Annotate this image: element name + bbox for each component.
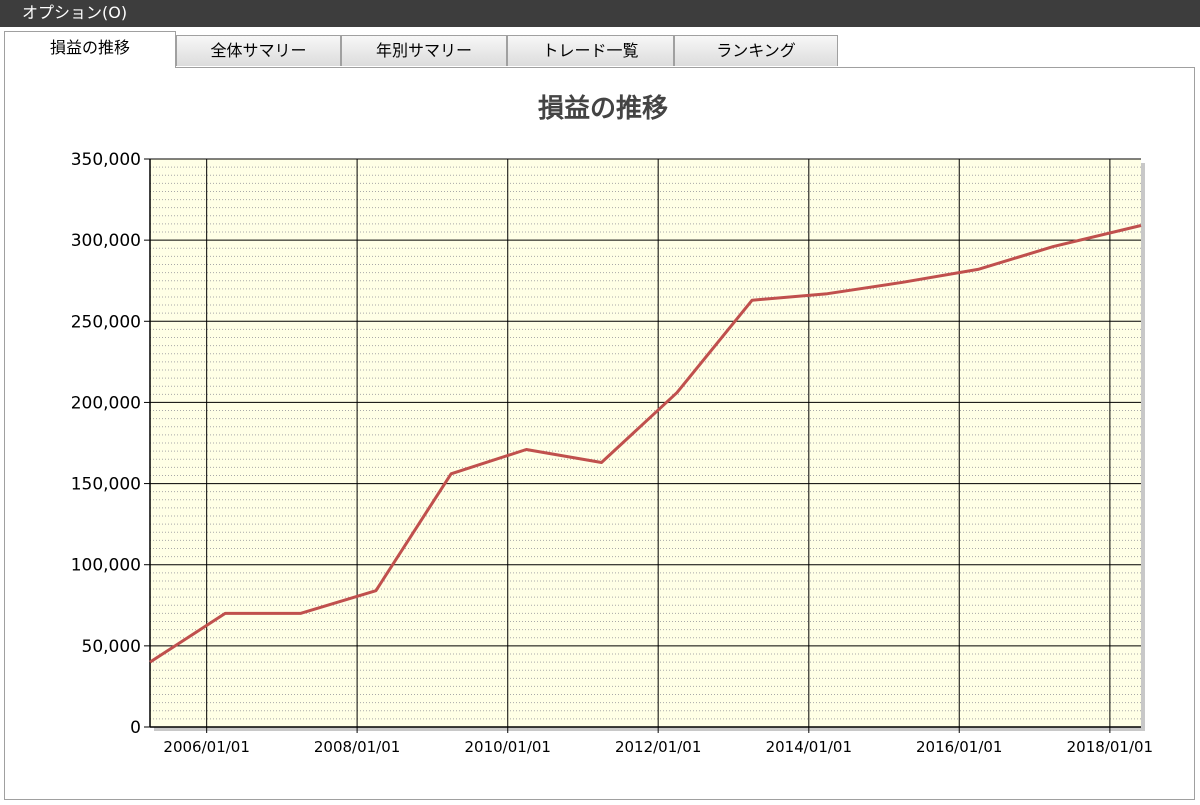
tab-yearly-summary[interactable]: 年別サマリー bbox=[341, 35, 507, 66]
y-tick-label: 50,000 bbox=[82, 637, 141, 657]
x-tick-label: 2012/01/01 bbox=[615, 738, 701, 756]
tab-profit-trend[interactable]: 損益の推移 bbox=[4, 31, 176, 68]
y-tick-label: 350,000 bbox=[71, 150, 141, 170]
tab-ranking[interactable]: ランキング bbox=[674, 35, 838, 66]
chart-panel: 損益の推移 0 50,000 100,000 150,000 200,000 250,00… bbox=[4, 67, 1195, 800]
y-tick-label: 0 bbox=[130, 718, 141, 738]
y-tick-label: 200,000 bbox=[71, 393, 141, 413]
y-tick-label: 250,000 bbox=[71, 312, 141, 332]
y-tick-label: 300,000 bbox=[71, 231, 141, 251]
profit-chart: 損益の推移 0 50,000 100,000 150,000 200,000 250,00… bbox=[71, 94, 1153, 756]
y-tick-label: 150,000 bbox=[71, 475, 141, 495]
x-tick-label: 2010/01/01 bbox=[465, 738, 551, 756]
menu-bar: オプション(O) bbox=[0, 0, 1200, 27]
tab-overall-summary[interactable]: 全体サマリー bbox=[176, 35, 341, 66]
plot-group: 0 50,000 100,000 150,000 200,000 250,000 300,0… bbox=[71, 150, 1153, 756]
tab-trade-list[interactable]: トレード一覧 bbox=[507, 35, 674, 66]
x-tick-label: 2008/01/01 bbox=[314, 738, 400, 756]
x-tick-label: 2018/01/01 bbox=[1067, 738, 1153, 756]
x-tick-label: 2014/01/01 bbox=[766, 738, 852, 756]
chart-title: 損益の推移 bbox=[538, 94, 668, 124]
y-tick-label: 100,000 bbox=[71, 556, 141, 576]
x-tick-label: 2006/01/01 bbox=[163, 738, 249, 756]
options-menu[interactable]: オプション(O) bbox=[22, 3, 127, 23]
x-tick-label: 2016/01/01 bbox=[916, 738, 1002, 756]
tab-strip: 損益の推移 全体サマリー 年別サマリー トレード一覧 ランキング bbox=[0, 31, 1200, 69]
